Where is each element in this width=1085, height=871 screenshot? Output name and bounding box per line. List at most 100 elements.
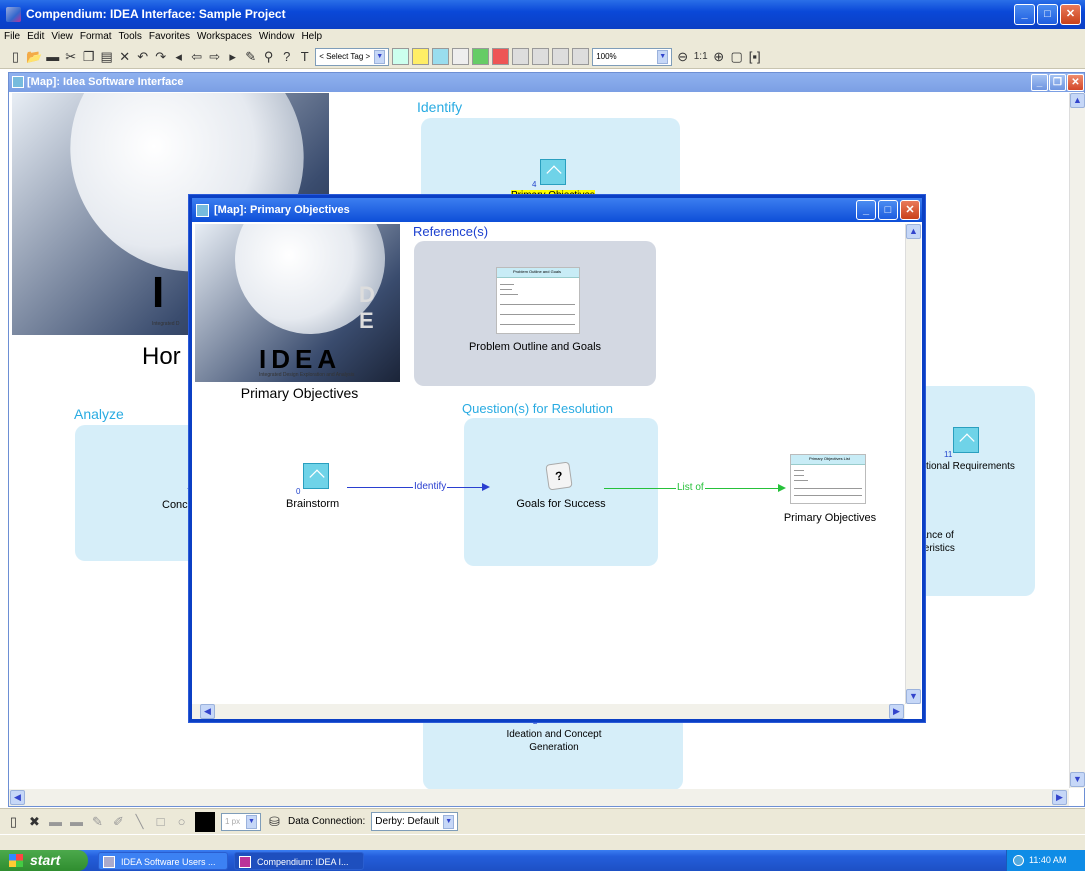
menu-window[interactable]: Window: [259, 29, 295, 45]
tag-select[interactable]: < Select Tag > ▼: [315, 47, 390, 66]
pencil-icon[interactable]: ✎: [90, 813, 105, 831]
vertical-scrollbar[interactable]: ▲ ▼: [1069, 93, 1085, 788]
copy-icon[interactable]: ❐: [81, 48, 96, 66]
chevron-down-icon[interactable]: ▼: [374, 49, 386, 64]
undo-icon[interactable]: ↶: [135, 48, 150, 66]
region-requirements[interactable]: [915, 386, 1035, 596]
ideation-label-2[interactable]: Generation: [499, 742, 609, 753]
tray-arrow-icon[interactable]: [1013, 855, 1024, 866]
functional-label[interactable]: ctional Requirements: [921, 461, 1015, 472]
close-button[interactable]: ✕: [1067, 74, 1084, 91]
oval-icon[interactable]: ○: [174, 813, 189, 831]
link-label-identify[interactable]: Identify: [413, 481, 448, 492]
decision-icon[interactable]: [552, 48, 570, 65]
task-idea-users[interactable]: IDEA Software Users ...: [98, 852, 228, 870]
menu-file[interactable]: File: [4, 29, 20, 45]
menu-format[interactable]: Format: [80, 29, 112, 45]
fit-page-icon[interactable]: ▢: [729, 48, 744, 66]
minimize-button[interactable]: _: [856, 200, 876, 220]
note-icon[interactable]: [532, 48, 550, 65]
pro-argument-icon[interactable]: [472, 48, 490, 65]
popup-horizontal-scrollbar[interactable]: ◀ ▶: [192, 704, 905, 719]
map-view-icon[interactable]: [432, 48, 450, 65]
outer-map-title-bar[interactable]: [Map]: Idea Software Interface _ ❐ ✕: [9, 73, 1084, 92]
scroll-left-icon[interactable]: ◀: [10, 790, 25, 805]
region-questions[interactable]: [464, 418, 658, 566]
data-connection-select[interactable]: Derby: Default ▼: [371, 812, 459, 831]
menu-edit[interactable]: Edit: [27, 29, 44, 45]
importance-label-2[interactable]: teristics: [921, 543, 955, 554]
color-swatch[interactable]: [195, 811, 215, 832]
popup-vertical-scrollbar[interactable]: ▲ ▼: [905, 224, 921, 704]
history-back-icon[interactable]: ⇦: [189, 48, 204, 66]
scribble-off-icon[interactable]: ✖: [27, 813, 42, 831]
scroll-right-icon[interactable]: ▶: [889, 704, 904, 719]
idea-logo-image[interactable]: IDEA Integrated Design Exploration and A…: [195, 224, 400, 382]
chevron-down-icon[interactable]: ▼: [657, 49, 669, 64]
close-button[interactable]: ✕: [900, 200, 920, 220]
delete-icon[interactable]: ✕: [117, 48, 132, 66]
question-node-icon[interactable]: ?: [545, 461, 573, 491]
zoom-select[interactable]: 100% ▼: [592, 47, 673, 66]
redo-icon[interactable]: ↷: [153, 48, 168, 66]
search-binoculars-icon[interactable]: ⚲: [261, 48, 276, 66]
scroll-left-icon[interactable]: ◀: [200, 704, 215, 719]
lightbulb-icon[interactable]: [412, 48, 430, 65]
zoom-in-icon[interactable]: ⊕: [711, 48, 726, 66]
save-icon[interactable]: ▬: [45, 48, 60, 66]
edit-node-icon[interactable]: ✎: [243, 48, 258, 66]
reference-document-thumbnail[interactable]: Problem Outline and Goals: [496, 267, 580, 334]
layer-icon[interactable]: ▬: [48, 813, 63, 831]
list-view-icon[interactable]: [452, 48, 470, 65]
menu-favorites[interactable]: Favorites: [149, 29, 190, 45]
map-node-icon[interactable]: [303, 463, 329, 489]
text-tool-icon[interactable]: T: [297, 48, 312, 66]
minimize-button[interactable]: _: [1014, 4, 1035, 25]
zoom-out-icon[interactable]: ⊖: [675, 48, 690, 66]
cut-icon[interactable]: ✂: [63, 48, 78, 66]
con-argument-icon[interactable]: [492, 48, 510, 65]
task-compendium[interactable]: Compendium: IDEA I...: [234, 852, 364, 870]
node-brainstorm[interactable]: Brainstorm: [286, 498, 339, 510]
node-goals-for-success[interactable]: Goals for Success: [464, 498, 658, 510]
menu-workspaces[interactable]: Workspaces: [197, 29, 252, 45]
popup-title-bar[interactable]: [Map]: Primary Objectives _ □ ✕: [192, 198, 922, 222]
ideation-label-1[interactable]: Ideation and Concept: [499, 729, 609, 740]
forward-icon[interactable]: ▸: [225, 48, 240, 66]
rectangle-icon[interactable]: □: [153, 813, 168, 831]
chevron-down-icon[interactable]: ▼: [246, 814, 257, 829]
menu-help[interactable]: Help: [301, 29, 322, 45]
scroll-down-icon[interactable]: ▼: [906, 689, 921, 704]
map-node-icon[interactable]: [953, 427, 979, 453]
tag-icon[interactable]: [392, 48, 410, 65]
history-forward-icon[interactable]: ⇨: [207, 48, 222, 66]
argument-icon[interactable]: [572, 48, 590, 65]
scroll-up-icon[interactable]: ▲: [1070, 93, 1085, 108]
maximize-button[interactable]: □: [1037, 4, 1058, 25]
scroll-right-icon[interactable]: ▶: [1052, 790, 1067, 805]
focus-icon[interactable]: [▪]: [747, 48, 762, 66]
back-icon[interactable]: ◂: [171, 48, 186, 66]
logo-caption[interactable]: Primary Objectives: [192, 385, 407, 401]
node-primary-objectives[interactable]: Primary Objectives: [770, 512, 890, 524]
map-node-icon[interactable]: [540, 159, 566, 185]
save-drawing-icon[interactable]: ▬: [69, 813, 84, 831]
maximize-button[interactable]: □: [878, 200, 898, 220]
close-button[interactable]: ✕: [1060, 4, 1081, 25]
line-icon[interactable]: ╲: [132, 813, 147, 831]
open-icon[interactable]: 📂: [26, 48, 42, 66]
paste-icon[interactable]: ▤: [99, 48, 114, 66]
zoom-ratio[interactable]: 1:1: [693, 48, 708, 66]
primary-objectives-document-thumbnail[interactable]: Primary Objectives List: [790, 454, 866, 504]
menu-view[interactable]: View: [51, 29, 73, 45]
importance-label-1[interactable]: ance of: [921, 530, 954, 541]
pen-icon[interactable]: ✐: [111, 813, 126, 831]
help-icon[interactable]: ?: [279, 48, 294, 66]
reference-icon[interactable]: [512, 48, 530, 65]
region-analyze[interactable]: [75, 425, 205, 561]
new-project-icon[interactable]: ▯: [8, 48, 23, 66]
link-label-list-of[interactable]: List of: [676, 482, 705, 493]
scroll-down-icon[interactable]: ▼: [1070, 772, 1085, 787]
restore-button[interactable]: ❐: [1049, 74, 1066, 91]
reference-doc-label[interactable]: Problem Outline and Goals: [414, 341, 656, 353]
